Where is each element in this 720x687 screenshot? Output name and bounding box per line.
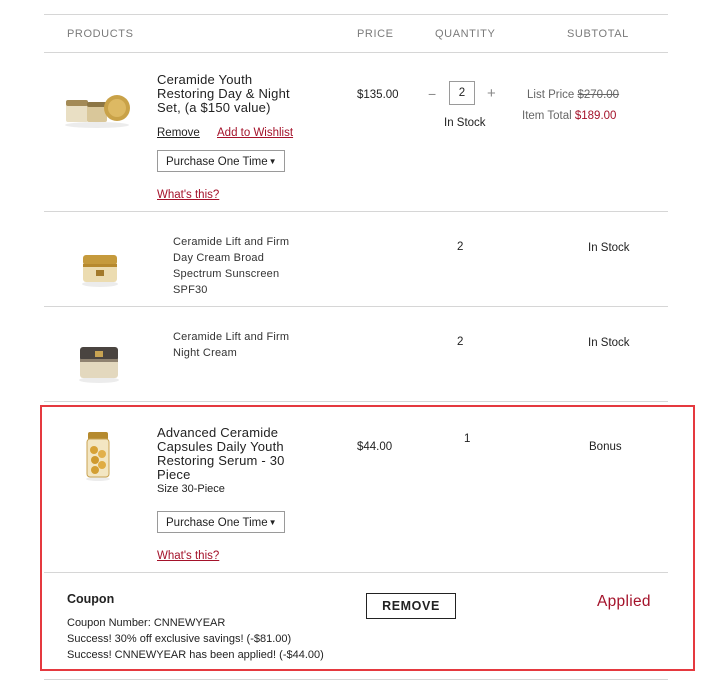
row-divider [44,401,668,402]
item-total-value: $189.00 [574,110,617,122]
component-qty: 2 [457,336,464,348]
product-name-line[interactable]: Set, (a $150 value) [157,101,290,115]
add-to-wishlist-link[interactable]: Add to Wishlist [217,127,293,139]
purchase-option-value: Purchase One Time [166,517,268,529]
whats-this-link[interactable]: What's this? [157,550,219,562]
component-name-line: Night Cream [173,347,237,359]
component-name-line: Ceramide Lift and Firm [173,236,290,248]
coupon-title: Coupon [67,592,115,606]
row-divider [44,211,668,212]
qty-increase-button[interactable]: + [487,85,496,102]
component-qty: 2 [457,241,464,253]
component-status: In Stock [588,337,630,349]
bonus-price: $44.00 [357,441,393,453]
bonus-product-name[interactable]: Advanced Ceramide Capsules Daily Youth R… [157,426,285,482]
coupon-success-message: Success! CNNEWYEAR has been applied! (-$… [67,649,324,661]
quantity-input[interactable]: 2 [449,81,475,105]
table-top-border [44,14,668,15]
product-name-line[interactable]: Restoring Day & Night [157,87,290,101]
purchase-option-select[interactable]: Purchase One Time▼ [157,150,285,172]
component-name: Ceramide Lift and Firm Day Cream Broad S… [173,234,289,298]
bonus-size: Size 30-Piece [157,483,225,495]
bonus-name-line[interactable]: Piece [157,468,285,482]
component-name-line: Day Cream Broad [173,252,265,264]
component-name: Ceramide Lift and Firm Night Cream [173,329,289,361]
qty-decrease-button[interactable]: − [428,86,436,102]
component-status: In Stock [588,242,630,254]
caret-down-icon: ▼ [268,518,277,527]
stock-status: In Stock [444,117,486,129]
component-name-line: SPF30 [173,284,208,296]
row-divider [44,679,668,680]
bonus-name-line[interactable]: Capsules Daily Youth [157,440,285,454]
row-divider [44,306,668,307]
product-name[interactable]: Ceramide Youth Restoring Day & Night Set… [157,73,290,115]
bonus-name-line[interactable]: Restoring Serum - 30 [157,454,285,468]
component-thumbnail [79,347,119,383]
bonus-qty: 1 [464,433,471,445]
component-thumbnail [82,255,118,287]
product-thumbnail[interactable] [62,92,132,128]
whats-this-link[interactable]: What's this? [157,189,219,201]
remove-coupon-button[interactable]: REMOVE [366,593,456,619]
item-price: $135.00 [357,89,399,101]
list-price: List Price $270.00 [527,89,619,101]
bonus-product-thumbnail[interactable] [83,430,113,482]
coupon-details: Coupon Number: CNNEWYEAR Success! 30% of… [67,615,324,663]
product-name-line[interactable]: Ceramide Youth [157,73,290,87]
header-subtotal: SUBTOTAL [567,28,629,40]
list-price-label: List Price [527,89,575,101]
header-divider [44,52,668,53]
coupon-number: Coupon Number: CNNEWYEAR [67,617,226,629]
bonus-name-line[interactable]: Advanced Ceramide [157,426,285,440]
component-name-line: Spectrum Sunscreen [173,268,280,280]
row-divider [44,572,668,573]
item-total: Item Total $189.00 [522,110,616,122]
list-price-value: $270.00 [577,89,620,101]
header-products: PRODUCTS [67,28,134,40]
purchase-option-value: Purchase One Time [166,156,268,168]
caret-down-icon: ▼ [268,157,277,166]
remove-link[interactable]: Remove [157,127,200,139]
header-price: PRICE [357,28,394,40]
coupon-success-message: Success! 30% off exclusive savings! (-$8… [67,633,292,645]
item-total-label: Item Total [522,110,572,122]
header-quantity: QUANTITY [435,28,496,40]
coupon-applied-status: Applied [597,593,651,610]
component-name-line: Ceramide Lift and Firm [173,331,290,343]
bonus-purchase-option-select[interactable]: Purchase One Time▼ [157,511,285,533]
bonus-status: Bonus [589,441,622,453]
